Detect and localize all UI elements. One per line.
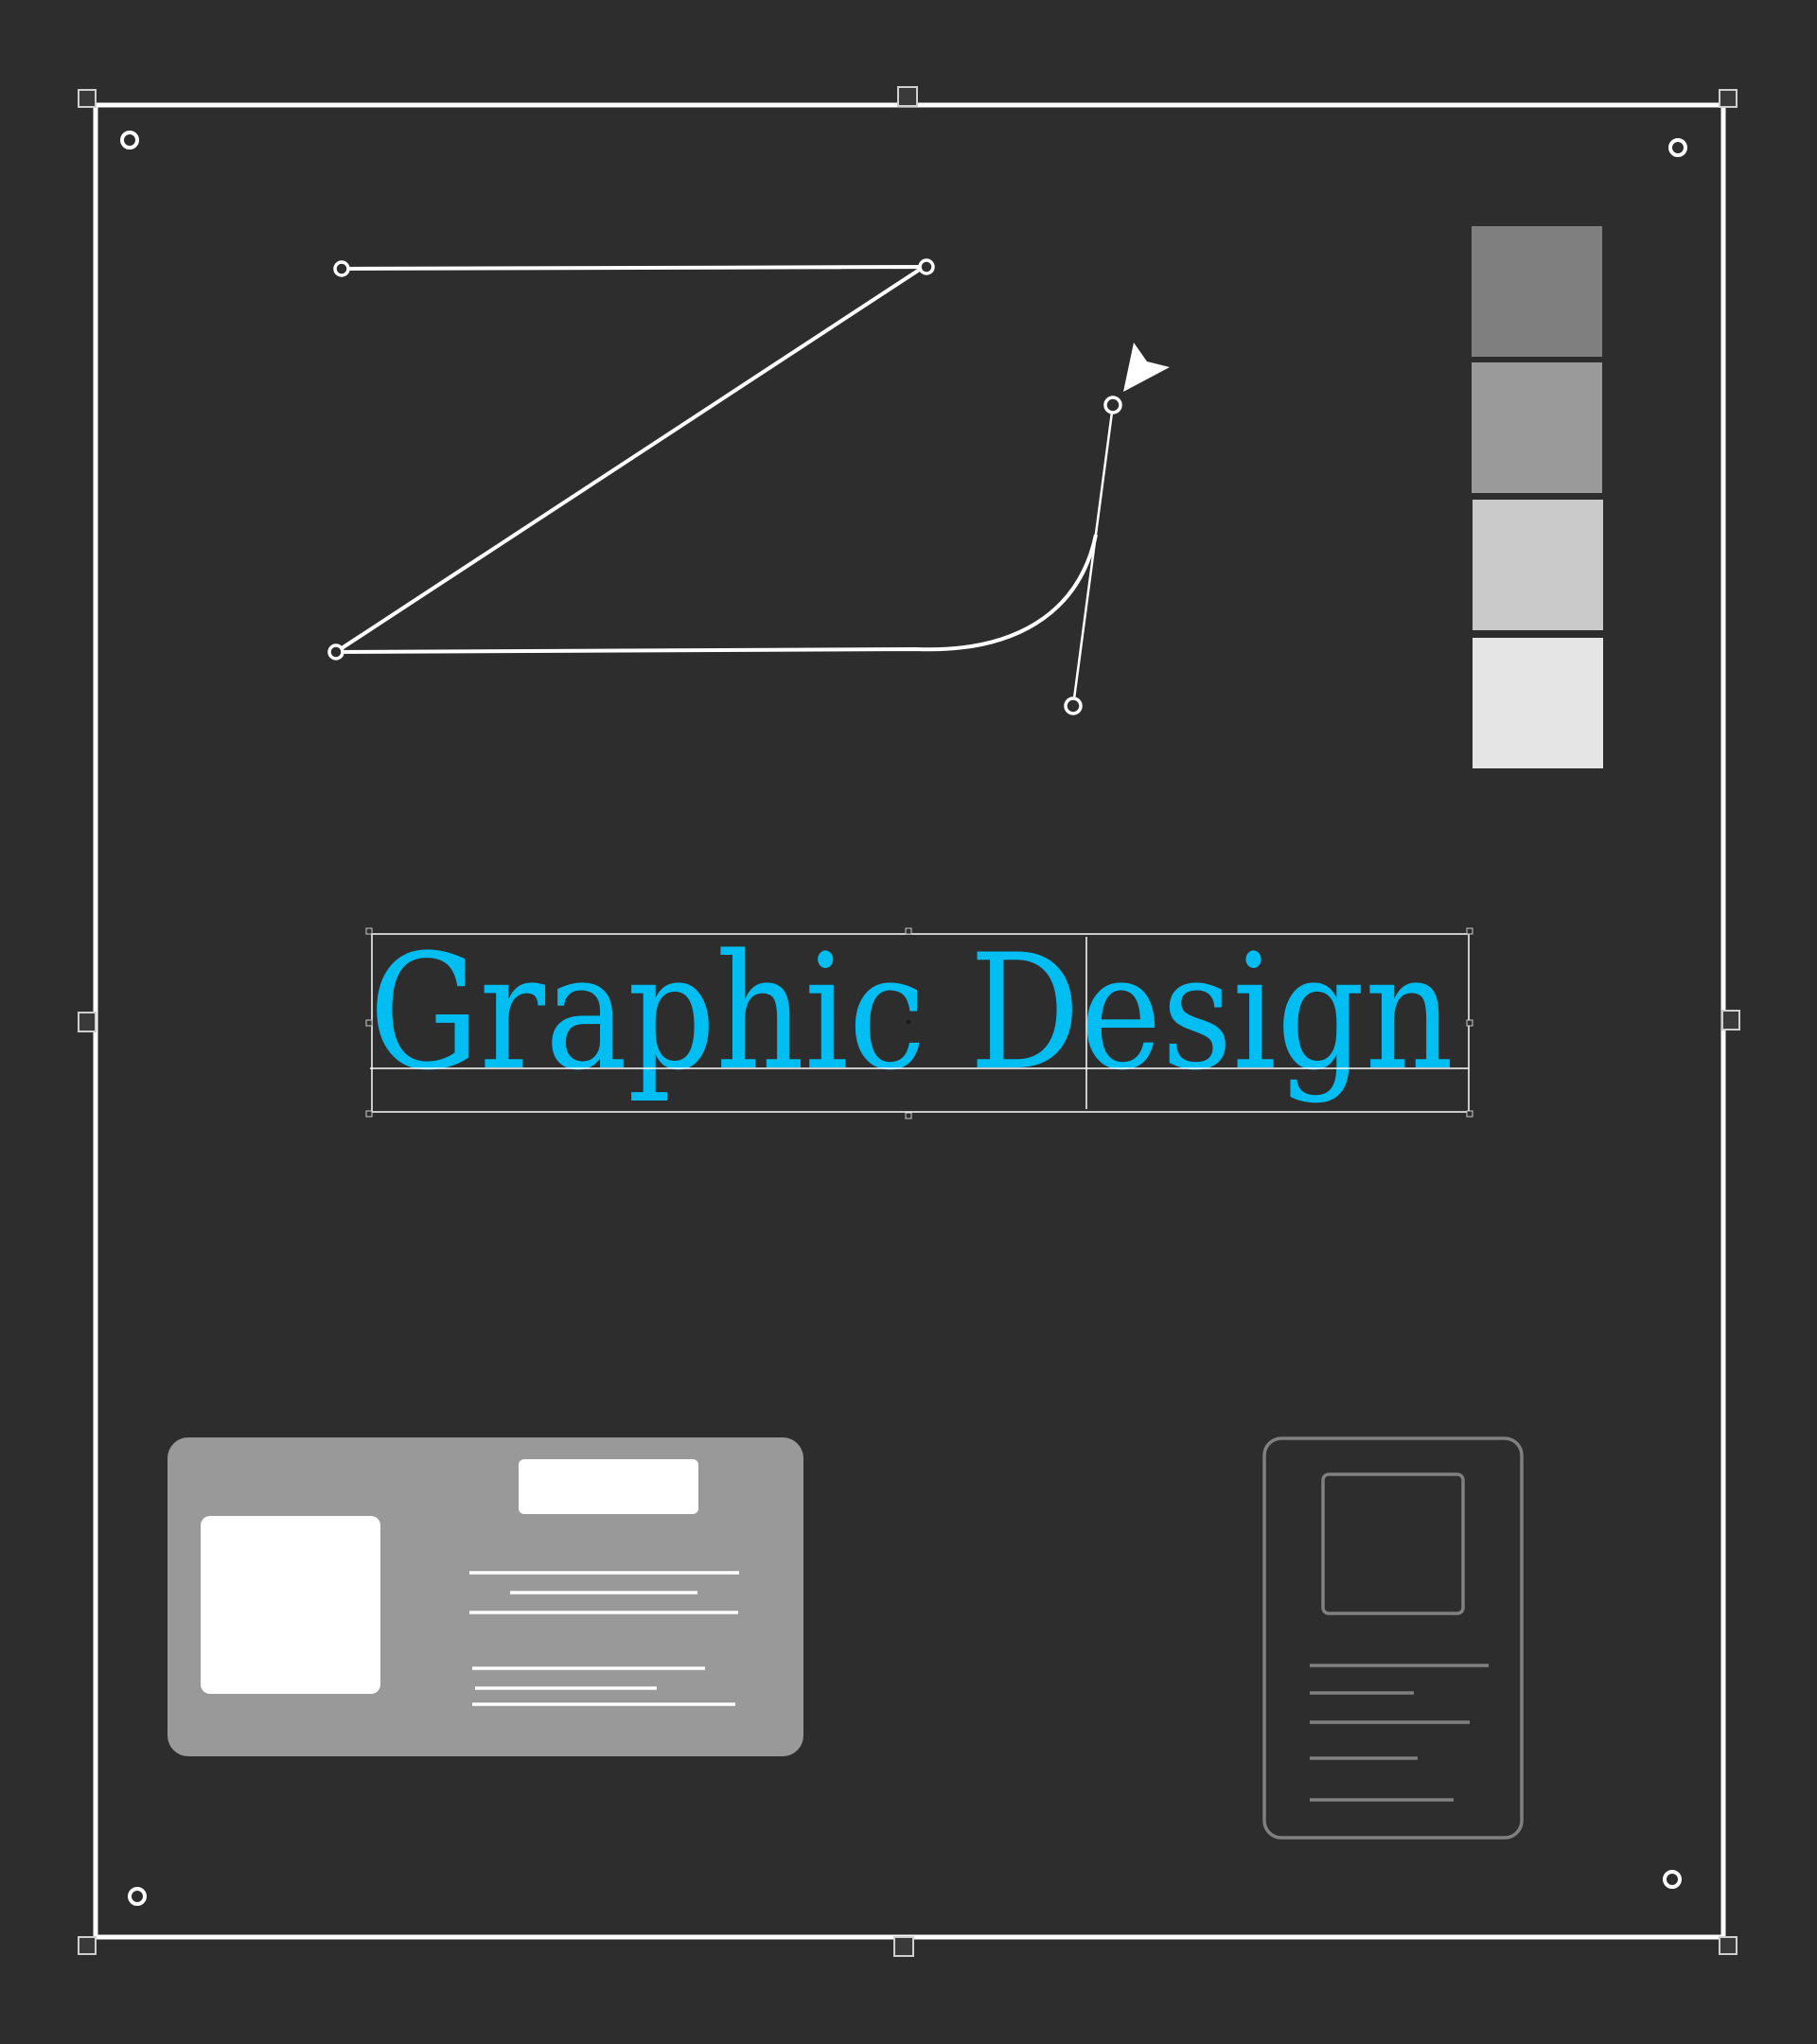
handle-middle-left[interactable] bbox=[78, 1012, 97, 1032]
card-tag-placeholder[interactable] bbox=[519, 1459, 698, 1514]
color-swatches[interactable] bbox=[1472, 226, 1603, 768]
swatch-2[interactable] bbox=[1472, 362, 1602, 493]
handle-top-middle[interactable] bbox=[897, 86, 918, 107]
anchor-point-2[interactable] bbox=[918, 258, 935, 275]
bezier-handle-line[interactable] bbox=[1071, 404, 1115, 707]
corner-point-bottom-right[interactable] bbox=[1663, 1870, 1682, 1889]
text-handle-middle-right[interactable] bbox=[1466, 1019, 1473, 1027]
handle-bottom-right[interactable] bbox=[1719, 1936, 1738, 1955]
bezier-handle-top[interactable] bbox=[1103, 396, 1122, 414]
handle-top-left[interactable] bbox=[78, 89, 97, 108]
swatch-3[interactable] bbox=[1473, 500, 1603, 630]
vector-path-group[interactable] bbox=[327, 258, 1122, 715]
vector-path[interactable] bbox=[329, 264, 1098, 655]
handle-middle-right[interactable] bbox=[1721, 1010, 1740, 1031]
handle-bottom-left[interactable] bbox=[78, 1936, 97, 1955]
text-handle-bottom-left[interactable] bbox=[365, 1110, 373, 1118]
corner-point-top-right[interactable] bbox=[1668, 138, 1687, 157]
anchor-point-1[interactable] bbox=[333, 260, 350, 277]
corner-point-bottom-left[interactable] bbox=[128, 1887, 147, 1906]
bezier-handle-bottom[interactable] bbox=[1064, 696, 1083, 715]
card-image-placeholder[interactable] bbox=[201, 1516, 380, 1694]
text-object[interactable]: Graphic Design bbox=[365, 920, 1473, 1119]
handle-bottom-middle[interactable] bbox=[893, 1936, 914, 1957]
text-handle-top-left[interactable] bbox=[365, 927, 373, 935]
arrow-pointer-icon bbox=[1123, 343, 1170, 392]
corner-point-top-left[interactable] bbox=[120, 131, 139, 150]
card-outline[interactable] bbox=[1262, 1436, 1524, 1840]
card-image-placeholder[interactable] bbox=[1321, 1472, 1465, 1615]
text-handle-bottom-right[interactable] bbox=[1466, 1110, 1473, 1118]
text-handle-bottom-middle[interactable] bbox=[905, 1112, 912, 1119]
handle-top-right[interactable] bbox=[1719, 89, 1738, 108]
horizontal-card[interactable] bbox=[168, 1437, 803, 1756]
swatch-1[interactable] bbox=[1472, 226, 1602, 357]
design-canvas[interactable]: Graphic Design bbox=[0, 0, 1817, 2044]
text-handle-middle-left[interactable] bbox=[365, 1019, 373, 1027]
text-handle-top-right[interactable] bbox=[1466, 927, 1473, 935]
text-handle-top-middle[interactable] bbox=[905, 927, 912, 935]
artboard-svg[interactable]: Graphic Design bbox=[0, 0, 1817, 2044]
anchor-point-3[interactable] bbox=[327, 643, 344, 661]
headline-text[interactable]: Graphic Design bbox=[369, 920, 1454, 1105]
text-center-point bbox=[906, 1019, 911, 1025]
swatch-4[interactable] bbox=[1473, 638, 1603, 768]
vertical-card[interactable] bbox=[1262, 1436, 1524, 1840]
